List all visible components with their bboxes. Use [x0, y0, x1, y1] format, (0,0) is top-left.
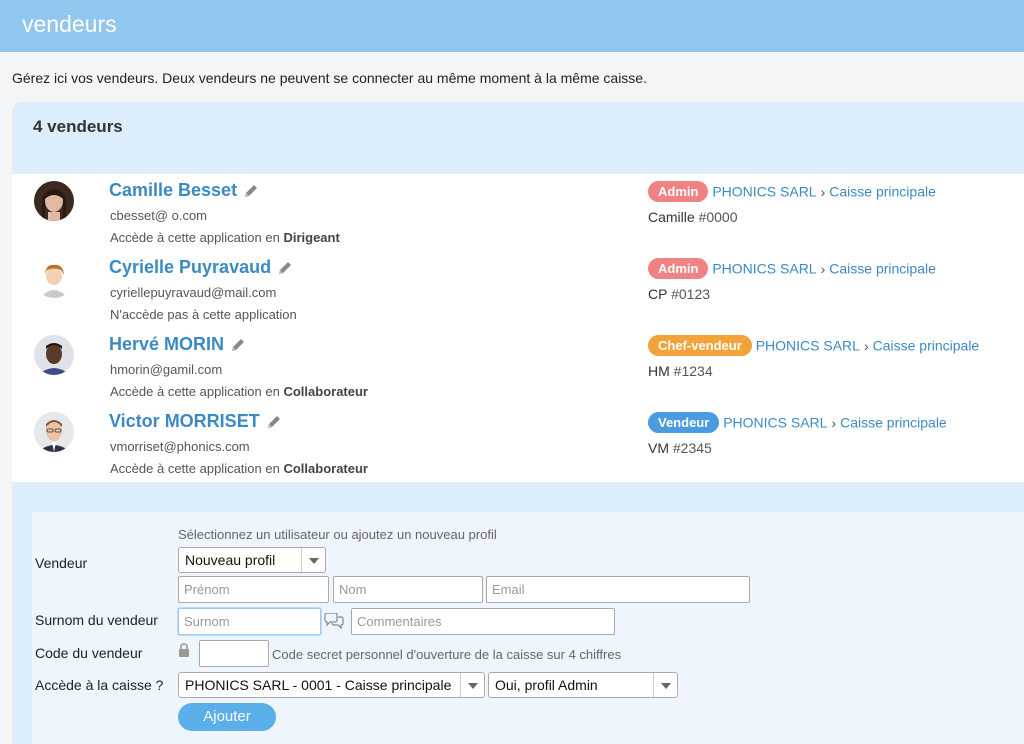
- add-vendor-form: Sélectionnez un utilisateur ou ajoutez u…: [32, 512, 1024, 744]
- profile-select[interactable]: Nouveau profil: [178, 547, 326, 573]
- vendor-email: cbesset@ o.com: [110, 208, 208, 223]
- vendor-register-info: Admin PHONICS SARL › Caisse principale: [648, 258, 936, 279]
- pencil-icon[interactable]: [277, 260, 293, 276]
- caret-down-icon: [301, 548, 325, 572]
- role-badge: Chef-vendeur: [648, 335, 752, 356]
- pencil-icon[interactable]: [230, 337, 246, 353]
- caret-down-icon: [460, 673, 484, 697]
- avatar: [34, 412, 74, 452]
- pencil-icon[interactable]: [243, 183, 259, 199]
- vendor-email: hmorin@gamil.com: [110, 362, 223, 377]
- vendor-label: Vendeur: [35, 555, 88, 571]
- vendor-row: Hervé MORIN hmorin@gamil.com Accède à ce…: [12, 330, 1024, 407]
- vendor-access: N'accède pas à cette application: [110, 307, 297, 322]
- vendor-hint: Sélectionnez un utilisateur ou ajoutez u…: [178, 527, 497, 542]
- avatar: [34, 258, 74, 298]
- avatar: [34, 335, 74, 375]
- vendor-email: vmorriset@phonics.com: [110, 439, 250, 454]
- register-label: Accède à la caisse ?: [35, 677, 164, 693]
- vendor-name[interactable]: Cyrielle Puyravaud: [109, 257, 293, 278]
- vendor-code: HM #1234: [648, 363, 713, 379]
- chevron-right-icon: ›: [831, 414, 837, 431]
- register-link[interactable]: Caisse principale: [873, 338, 980, 354]
- vendor-register-info: Chef-vendeur PHONICS SARL › Caisse princip…: [648, 335, 979, 356]
- vendor-name[interactable]: Hervé MORIN: [109, 334, 246, 355]
- speech-bubbles-icon: [324, 613, 344, 629]
- admin-profile-select[interactable]: Oui, profil Admin: [488, 672, 678, 698]
- vendor-access: Accède à cette application en Collaborat…: [110, 461, 368, 476]
- vendor-code: VM #2345: [648, 440, 712, 456]
- role-badge: Admin: [648, 258, 709, 279]
- lastname-input[interactable]: [333, 576, 483, 603]
- vendors-panel: 4 vendeurs Camille Besset cbesset@ o.com…: [12, 102, 1024, 744]
- vendor-code: Camille #0000: [648, 209, 738, 225]
- vendor-register-info: Admin PHONICS SARL › Caisse principale: [648, 181, 936, 202]
- intro-text: Gérez ici vos vendeurs. Deux vendeurs ne…: [12, 70, 647, 86]
- email-input[interactable]: [486, 576, 750, 603]
- nickname-label: Surnom du vendeur: [35, 612, 158, 628]
- page-title: vendeurs: [22, 11, 117, 37]
- vendor-list: Camille Besset cbesset@ o.com Accède à c…: [12, 174, 1024, 482]
- add-button[interactable]: Ajouter: [178, 703, 276, 731]
- avatar: [34, 181, 74, 221]
- vendor-count: 4 vendeurs: [33, 117, 123, 136]
- pencil-icon[interactable]: [266, 414, 282, 430]
- lock-icon: [179, 643, 189, 657]
- vendor-email: cyriellepuyravaud@mail.com: [110, 285, 277, 300]
- register-select[interactable]: PHONICS SARL - 0001 - Caisse principale: [178, 672, 485, 698]
- code-input[interactable]: [199, 640, 269, 667]
- chevron-right-icon: ›: [863, 337, 869, 354]
- company-link[interactable]: PHONICS SARL: [756, 338, 860, 354]
- vendor-register-info: Vendeur PHONICS SARL › Caisse principale: [648, 412, 947, 433]
- register-link[interactable]: Caisse principale: [829, 184, 936, 200]
- firstname-input[interactable]: [178, 576, 329, 603]
- vendor-row: Cyrielle Puyravaud cyriellepuyravaud@mai…: [12, 253, 1024, 330]
- chevron-right-icon: ›: [820, 183, 826, 200]
- vendor-row: Victor MORRISET vmorriset@phonics.com Ac…: [12, 407, 1024, 484]
- code-hint: Code secret personnel d'ouverture de la …: [272, 647, 622, 662]
- company-link[interactable]: PHONICS SARL: [712, 184, 816, 200]
- top-bar: vendeurs: [0, 0, 1024, 52]
- company-link[interactable]: PHONICS SARL: [712, 261, 816, 277]
- code-label: Code du vendeur: [35, 645, 143, 661]
- vendor-access: Accède à cette application en Dirigeant: [110, 230, 340, 245]
- company-link[interactable]: PHONICS SARL: [723, 415, 827, 431]
- register-link[interactable]: Caisse principale: [829, 261, 936, 277]
- role-badge: Admin: [648, 181, 709, 202]
- vendor-row: Camille Besset cbesset@ o.com Accède à c…: [12, 176, 1024, 253]
- chevron-right-icon: ›: [820, 260, 826, 277]
- vendor-name[interactable]: Victor MORRISET: [109, 411, 282, 432]
- vendor-access: Accède à cette application en Collaborat…: [110, 384, 368, 399]
- comments-input[interactable]: [351, 608, 615, 635]
- nickname-input[interactable]: [178, 608, 321, 635]
- vendor-code: CP #0123: [648, 286, 711, 302]
- register-link[interactable]: Caisse principale: [840, 415, 947, 431]
- role-badge: Vendeur: [648, 412, 720, 433]
- caret-down-icon: [653, 673, 677, 697]
- vendor-name[interactable]: Camille Besset: [109, 180, 259, 201]
